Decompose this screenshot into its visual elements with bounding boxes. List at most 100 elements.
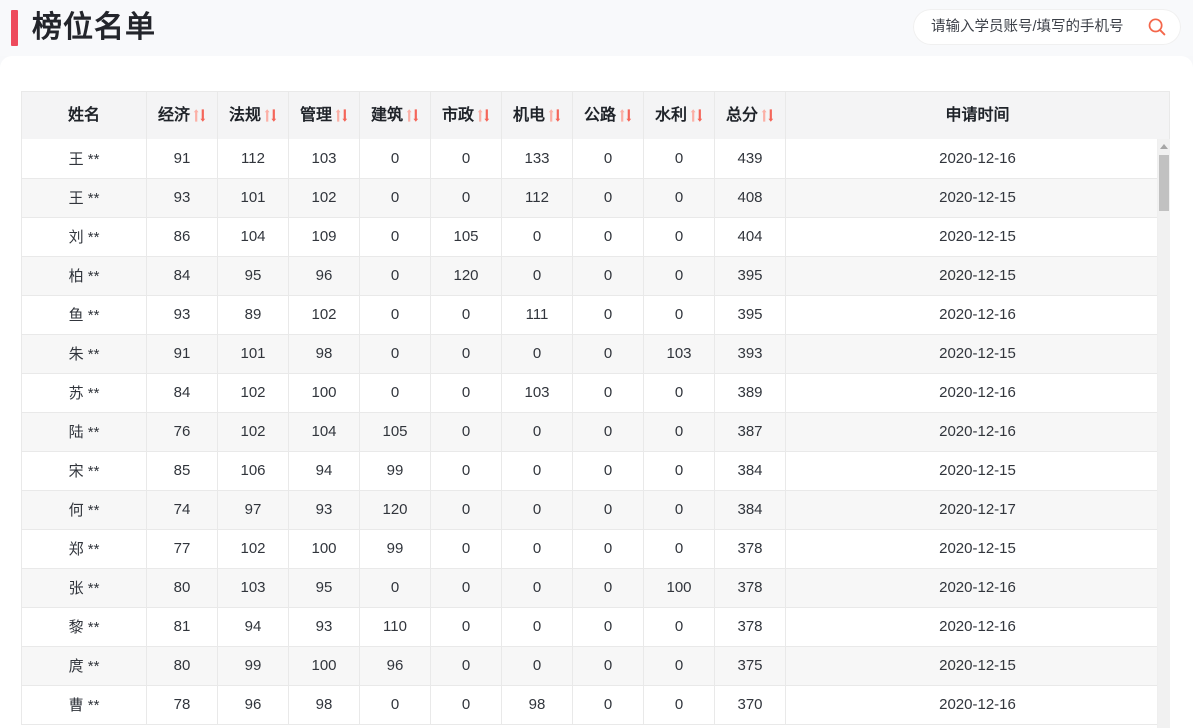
table-vertical-scrollbar[interactable]	[1157, 139, 1170, 728]
cell-apply-time: 2020-12-16	[785, 295, 1170, 335]
sort-icon[interactable]	[690, 108, 703, 123]
cell-score-gonglu: 0	[572, 178, 644, 218]
column-header-label: 建筑	[370, 106, 403, 124]
cell-score-fagui: 102	[217, 412, 289, 452]
cell-score-jingji: 81	[146, 607, 218, 647]
scrollbar-thumb[interactable]	[1159, 155, 1169, 211]
search-icon[interactable]	[1147, 17, 1167, 37]
cell-score-zongfen: 395	[714, 295, 786, 335]
cell-score-jingji: 93	[146, 178, 218, 218]
cell-score-fagui: 101	[217, 178, 289, 218]
sort-icon[interactable]	[548, 108, 561, 123]
table-row[interactable]: 王 ** 91 112 103 0 0 133 0 0 439 2020-12-16	[21, 139, 1170, 179]
table-row[interactable]: 陆 ** 76 102 104 105 0 0 0 0 387 2020-12-16	[21, 412, 1170, 452]
cell-score-gonglu: 0	[572, 139, 644, 179]
cell-apply-time: 2020-12-17	[785, 490, 1170, 530]
table-row[interactable]: 王 ** 93 101 102 0 0 112 0 0 408 2020-12-15	[21, 178, 1170, 218]
column-header-6[interactable]: 机电	[501, 91, 573, 140]
column-header-label: 申请时间	[945, 106, 1010, 124]
cell-score-zongfen: 404	[714, 217, 786, 257]
column-header-4[interactable]: 建筑	[359, 91, 431, 140]
cell-apply-time: 2020-12-15	[785, 256, 1170, 296]
column-header-2[interactable]: 法规	[217, 91, 289, 140]
cell-score-jidian: 98	[501, 685, 573, 725]
cell-score-gonglu: 0	[572, 490, 644, 530]
cell-score-jidian: 0	[501, 451, 573, 491]
cell-score-jianzhu: 110	[359, 607, 431, 647]
cell-score-zongfen: 370	[714, 685, 786, 725]
sort-icon[interactable]	[193, 108, 206, 123]
table-row[interactable]: 黎 ** 81 94 93 110 0 0 0 0 378 2020-12-16	[21, 607, 1170, 647]
column-header-3[interactable]: 管理	[288, 91, 360, 140]
cell-score-jidian: 0	[501, 256, 573, 296]
cell-score-shuili: 0	[643, 139, 715, 179]
sort-icon[interactable]	[406, 108, 419, 123]
cell-score-jianzhu: 99	[359, 529, 431, 569]
cell-score-shizheng: 0	[430, 451, 502, 491]
cell-score-gonglu: 0	[572, 334, 644, 374]
cell-score-fagui: 102	[217, 373, 289, 413]
ranking-table: 姓名 经济 法规 管理 建筑 市政 机电 公路 水利 总分 申请时间 王 ** 91 112 103 0 0 1…	[21, 91, 1170, 728]
cell-score-fagui: 97	[217, 490, 289, 530]
cell-score-gonglu: 0	[572, 685, 644, 725]
sort-icon[interactable]	[477, 108, 490, 123]
column-header-9[interactable]: 总分	[714, 91, 786, 140]
cell-score-jingji: 84	[146, 373, 218, 413]
column-header-10: 申请时间	[785, 91, 1170, 140]
table-row[interactable]: 苏 ** 84 102 100 0 0 103 0 0 389 2020-12-16	[21, 373, 1170, 413]
cell-score-guanli: 98	[288, 334, 360, 374]
column-header-1[interactable]: 经济	[146, 91, 218, 140]
table-row[interactable]: 柏 ** 84 95 96 0 120 0 0 0 395 2020-12-15	[21, 256, 1170, 296]
cell-score-jingji: 91	[146, 334, 218, 374]
table-row[interactable]: 刘 ** 86 104 109 0 105 0 0 0 404 2020-12-15	[21, 217, 1170, 257]
table-row[interactable]: 朱 ** 91 101 98 0 0 0 0 103 393 2020-12-15	[21, 334, 1170, 374]
cell-score-guanli: 102	[288, 178, 360, 218]
cell-name: 郑 **	[21, 529, 147, 569]
sort-icon[interactable]	[335, 108, 348, 123]
column-header-label: 水利	[654, 106, 687, 124]
table-header-region: 姓名 经济 法规 管理 建筑 市政 机电 公路 水利 总分 申请时间	[21, 91, 1170, 140]
cell-score-jidian: 0	[501, 529, 573, 569]
table-row[interactable]: 张 ** 80 103 95 0 0 0 0 100 378 2020-12-16	[21, 568, 1170, 608]
cell-score-jidian: 103	[501, 373, 573, 413]
cell-score-jianzhu: 0	[359, 568, 431, 608]
cell-score-gonglu: 0	[572, 646, 644, 686]
cell-apply-time: 2020-12-15	[785, 217, 1170, 257]
cell-score-jianzhu: 0	[359, 256, 431, 296]
cell-score-shizheng: 105	[430, 217, 502, 257]
cell-score-shizheng: 0	[430, 373, 502, 413]
cell-score-shizheng: 0	[430, 139, 502, 179]
table-row[interactable]: 庹 ** 80 99 100 96 0 0 0 0 375 2020-12-15	[21, 646, 1170, 686]
table-row[interactable]: 何 ** 74 97 93 120 0 0 0 0 384 2020-12-17	[21, 490, 1170, 530]
cell-score-shizheng: 0	[430, 490, 502, 530]
table-body-scroll[interactable]: 王 ** 91 112 103 0 0 133 0 0 439 2020-12-16 王 ** 93 10…	[21, 139, 1170, 728]
sort-icon[interactable]	[761, 108, 774, 123]
table-row[interactable]: 曹 ** 78 96 98 0 0 98 0 0 370 2020-12-16	[21, 685, 1170, 725]
cell-score-jingji: 80	[146, 568, 218, 608]
cell-score-jidian: 0	[501, 490, 573, 530]
sort-icon[interactable]	[619, 108, 632, 123]
cell-score-zongfen: 439	[714, 139, 786, 179]
scrollbar-up-arrow-icon[interactable]	[1158, 139, 1170, 153]
cell-name: 黎 **	[21, 607, 147, 647]
column-header-label: 姓名	[67, 106, 100, 124]
cell-score-fagui: 104	[217, 217, 289, 257]
cell-score-shuili: 0	[643, 529, 715, 569]
cell-score-jingji: 85	[146, 451, 218, 491]
table-row[interactable]: 宋 ** 85 106 94 99 0 0 0 0 384 2020-12-15	[21, 451, 1170, 491]
column-header-8[interactable]: 水利	[643, 91, 715, 140]
column-header-5[interactable]: 市政	[430, 91, 502, 140]
sort-icon[interactable]	[264, 108, 277, 123]
cell-score-guanli: 98	[288, 685, 360, 725]
table-row[interactable]: 鱼 ** 93 89 102 0 0 111 0 0 395 2020-12-16	[21, 295, 1170, 335]
column-header-7[interactable]: 公路	[572, 91, 644, 140]
column-header-label: 机电	[512, 106, 545, 124]
cell-apply-time: 2020-12-15	[785, 529, 1170, 569]
search-box[interactable]	[913, 9, 1181, 45]
cell-score-fagui: 96	[217, 685, 289, 725]
search-input[interactable]	[931, 9, 1141, 45]
cell-score-jingji: 84	[146, 256, 218, 296]
table-row[interactable]: 郑 ** 77 102 100 99 0 0 0 0 378 2020-12-15	[21, 529, 1170, 569]
cell-score-guanli: 103	[288, 139, 360, 179]
cell-score-shuili: 0	[643, 295, 715, 335]
